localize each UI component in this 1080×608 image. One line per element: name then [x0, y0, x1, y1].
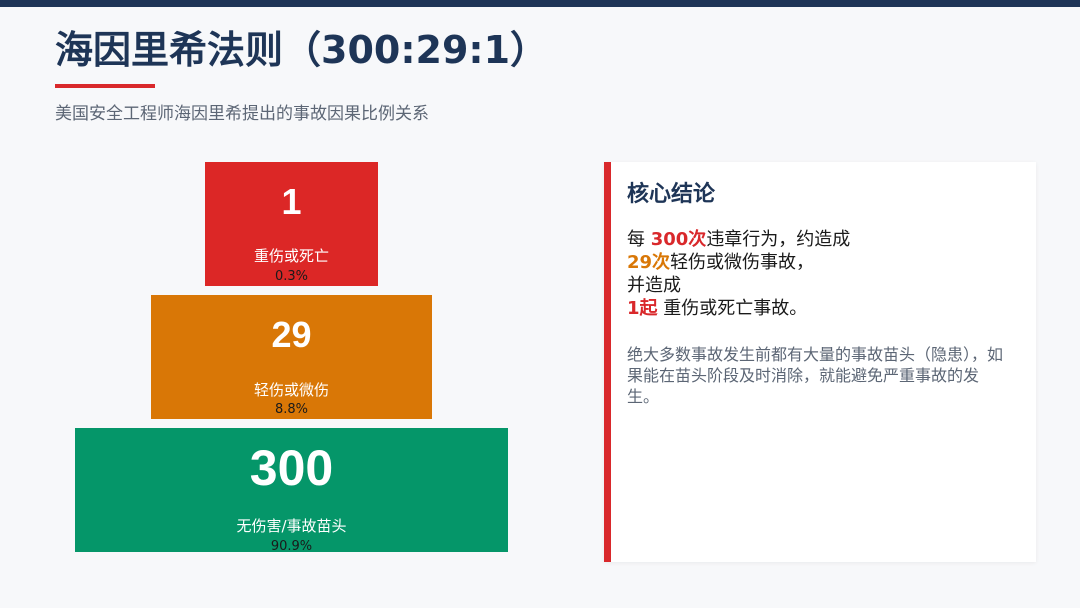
- pyramid-level-minor: 29 轻伤或微伤 8.8%: [151, 295, 432, 419]
- card-accent-bar: [604, 162, 611, 562]
- conclusion-line-3: 并造成: [627, 275, 681, 296]
- conclusion-line-2: 29次轻伤或微伤事故，: [627, 251, 1017, 274]
- severe-percent: 0.3%: [274, 269, 309, 284]
- title-underline: [55, 84, 155, 88]
- line1-suffix: 违章行为，约造成: [706, 229, 851, 250]
- severe-count: 1: [281, 181, 302, 222]
- conclusion-title: 核心结论: [627, 182, 716, 207]
- top-accent-bar: [0, 0, 1080, 7]
- minor-count: 29: [271, 314, 312, 355]
- page-title: 海因里希法则（300:29:1）: [55, 28, 549, 72]
- minor-label: 轻伤或微伤: [253, 381, 329, 399]
- line4-suffix: 重伤或死亡事故。: [657, 298, 808, 319]
- conclusion-line-4: 1起 重伤或死亡事故。: [627, 297, 1017, 320]
- conclusion-note: 绝大多数事故发生前都有大量的事故苗头（隐患），如果能在苗头阶段及时消除，就能避免…: [627, 345, 1004, 406]
- pyramid-level-severe: 1 重伤或死亡 0.3%: [205, 162, 378, 286]
- line1-prefix: 每: [627, 229, 651, 250]
- line4-highlight: 1起: [627, 298, 658, 319]
- line2-suffix: 轻伤或微伤事故，: [670, 252, 815, 273]
- conclusion-card: 核心结论 每 300次违章行为，约造成 29次轻伤或微伤事故， 并造成 1起 重…: [604, 162, 1036, 562]
- conclusion-line-1: 每 300次违章行为，约造成: [627, 228, 1017, 251]
- severe-label: 重伤或死亡: [253, 247, 329, 265]
- no-injury-label: 无伤害/事故苗头: [236, 517, 347, 535]
- pyramid-level-no-injury: 300 无伤害/事故苗头 90.9%: [75, 428, 508, 554]
- line1-highlight: 300次: [650, 229, 707, 250]
- no-injury-count: 300: [249, 440, 334, 496]
- page-subtitle: 美国安全工程师海因里希提出的事故因果比例关系: [55, 104, 429, 124]
- conclusion-body: 每 300次违章行为，约造成 29次轻伤或微伤事故， 并造成 1起 重伤或死亡事…: [627, 228, 1017, 320]
- minor-percent: 8.8%: [274, 402, 309, 417]
- no-injury-percent: 90.9%: [270, 539, 313, 554]
- line2-highlight: 29次: [627, 252, 671, 273]
